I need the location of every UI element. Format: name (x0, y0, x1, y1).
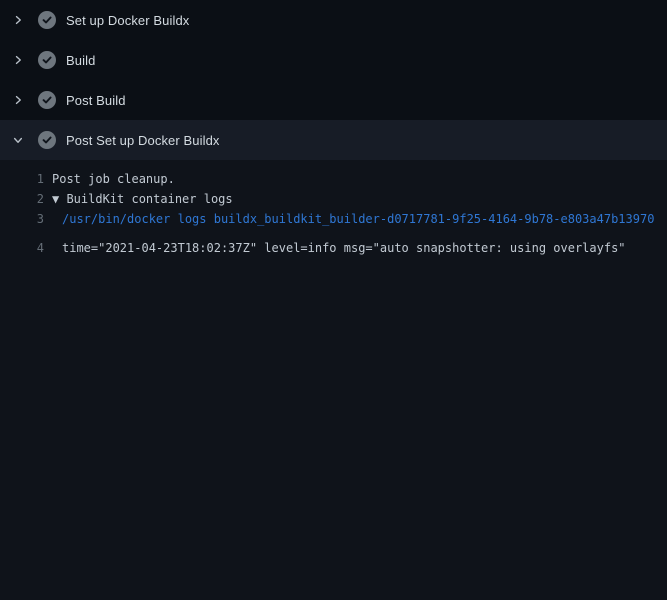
step-row-post-build[interactable]: Post Build (0, 80, 667, 120)
log-text: /usr/bin/docker logs buildx_buildkit_bui… (52, 209, 667, 229)
chevron-down-icon (12, 134, 24, 146)
log-line: 2 ▼ BuildKit container logs (0, 189, 667, 209)
step-label: Post Set up Docker Buildx (66, 133, 220, 148)
workflow-log-viewer: Set up Docker Buildx Build P (0, 0, 667, 600)
line-number[interactable]: 4 (0, 238, 44, 600)
log-line: 4 time="2021-04-23T18:02:37Z" level=info… (0, 229, 667, 600)
chevron-right-icon (12, 54, 24, 66)
chevron-right-icon (12, 14, 24, 26)
line-number[interactable]: 1 (0, 169, 44, 189)
steps-list: Set up Docker Buildx Build P (0, 0, 667, 160)
step-label: Build (66, 53, 95, 68)
log-line: 1 Post job cleanup. (0, 169, 667, 189)
step-row-post-set-up-docker-buildx[interactable]: Post Set up Docker Buildx (0, 120, 667, 160)
log-area: 1 Post job cleanup. 2 ▼ BuildKit contain… (0, 160, 667, 600)
chevron-right-icon (12, 94, 24, 106)
log-text: time="2021-04-23T18:02:37Z" level=info m… (52, 238, 667, 600)
log-line: 3 /usr/bin/docker logs buildx_buildkit_b… (0, 209, 667, 229)
check-circle-icon (38, 11, 56, 29)
step-row-set-up-docker-buildx[interactable]: Set up Docker Buildx (0, 0, 667, 40)
line-number[interactable]: 2 (0, 189, 44, 209)
log-text: Post job cleanup. (52, 169, 667, 189)
step-row-build[interactable]: Build (0, 40, 667, 80)
check-circle-icon (38, 131, 56, 149)
log-group-toggle[interactable]: ▼ BuildKit container logs (52, 189, 667, 209)
check-circle-icon (38, 51, 56, 69)
line-number[interactable]: 3 (0, 209, 44, 229)
step-label: Set up Docker Buildx (66, 13, 189, 28)
check-circle-icon (38, 91, 56, 109)
step-label: Post Build (66, 93, 126, 108)
